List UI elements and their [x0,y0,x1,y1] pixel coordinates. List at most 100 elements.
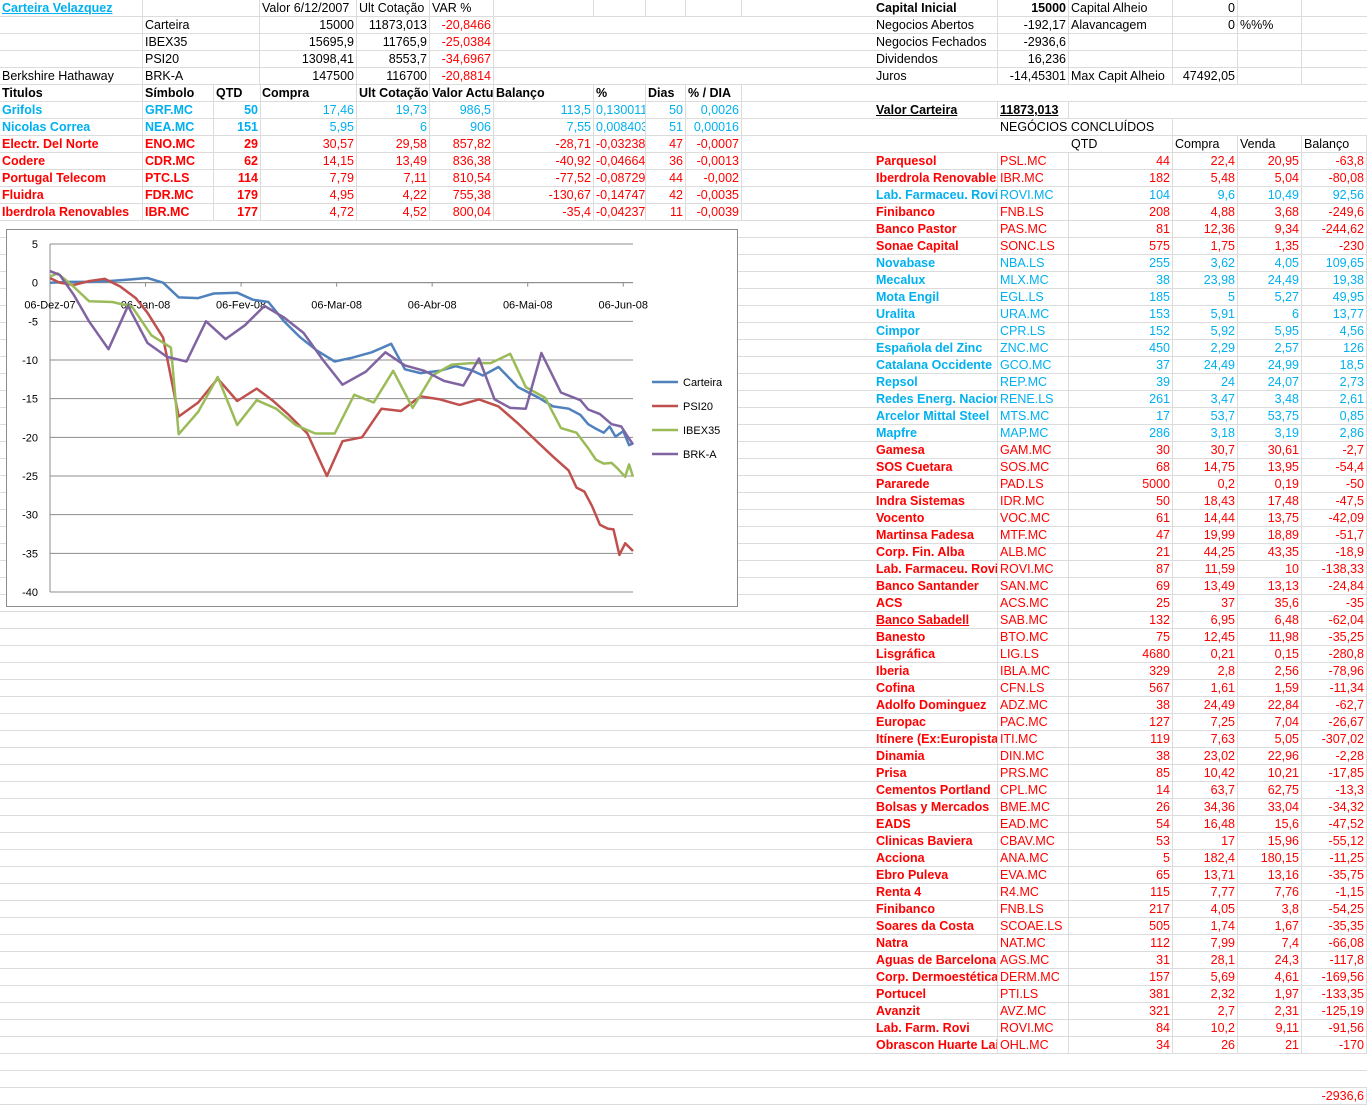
closed-name[interactable]: Europac [874,714,998,731]
index-start-value[interactable]: 13098,41 [260,51,357,68]
closed-symbol[interactable]: MLX.MC [998,272,1069,289]
holding-balance[interactable]: -35,4 [494,204,594,221]
index-name[interactable]: BRK-A [143,68,260,85]
closed-sell[interactable]: 7,4 [1238,935,1302,952]
holding-pct[interactable]: 0,008403 [594,119,646,136]
closed-buy[interactable]: 5,92 [1173,323,1238,340]
holding-pct[interactable]: -0,08729 [594,170,646,187]
closed-balance[interactable]: -34,32 [1302,799,1367,816]
closed-qty[interactable]: 21 [1069,544,1173,561]
capital-label2[interactable] [1069,51,1173,68]
closed-balance[interactable]: -244,62 [1302,221,1367,238]
closed-balance[interactable]: 4,56 [1302,323,1367,340]
closed-qty[interactable]: 104 [1069,187,1173,204]
closed-balance[interactable]: 2,86 [1302,425,1367,442]
closed-qty[interactable]: 185 [1069,289,1173,306]
closed-balance[interactable]: -62,7 [1302,697,1367,714]
capital-value[interactable]: 15000 [998,0,1069,17]
holding-pct[interactable]: -0,14747 [594,187,646,204]
closed-buy[interactable]: 2,8 [1173,663,1238,680]
cell-empty[interactable] [494,0,594,17]
closed-balance[interactable]: -24,84 [1302,578,1367,595]
holdings-header[interactable]: % [594,85,646,102]
closed-name[interactable]: Corp. Fin. Alba [874,544,998,561]
closed-total[interactable]: -2936,6 [1302,1088,1367,1105]
closed-balance[interactable]: -307,02 [1302,731,1367,748]
closed-sell[interactable]: 180,15 [1238,850,1302,867]
holding-name[interactable]: Grifols [0,102,143,119]
closed-sell[interactable]: 15,6 [1238,816,1302,833]
capital-value[interactable]: -14,45301 [998,68,1069,85]
closed-balance[interactable]: 13,77 [1302,306,1367,323]
closed-sell[interactable]: 13,75 [1238,510,1302,527]
closed-sell[interactable]: 4,61 [1238,969,1302,986]
capital-value2[interactable] [1173,34,1238,51]
closed-sell[interactable]: 0,19 [1238,476,1302,493]
cell-empty[interactable] [686,0,742,17]
holding-qty[interactable]: 177 [214,204,261,221]
closed-buy[interactable]: 13,49 [1173,578,1238,595]
closed-name[interactable]: Renta 4 [874,884,998,901]
closed-qty[interactable]: 381 [1069,986,1173,1003]
closed-balance[interactable]: 0,85 [1302,408,1367,425]
closed-name[interactable]: Soares da Costa [874,918,998,935]
performance-chart[interactable]: 5 0 -5 -10 -15 -20 -25 -30 -35 -40 06-Dez-07 06-Jan… [6,229,738,607]
holding-balance[interactable]: 7,55 [494,119,594,136]
closed-buy[interactable]: 7,99 [1173,935,1238,952]
holdings-header[interactable]: Compra [260,85,357,102]
closed-name[interactable]: Iberdrola Renovables [874,170,998,187]
header-var[interactable]: VAR % [430,0,494,17]
closed-name[interactable]: Lab. Farmaceu. Rovi [874,561,998,578]
index-last-value[interactable]: 11873,013 [357,17,430,34]
closed-qty[interactable]: 69 [1069,578,1173,595]
closed-balance[interactable]: -11,25 [1302,850,1367,867]
closed-balance[interactable]: 19,38 [1302,272,1367,289]
capital-value[interactable]: -2936,6 [998,34,1069,51]
closed-qty[interactable]: 38 [1069,272,1173,289]
capital-value[interactable]: -192,17 [998,17,1069,34]
closed-qty[interactable]: 567 [1069,680,1173,697]
closed-balance[interactable]: -35,25 [1302,629,1367,646]
closed-sell[interactable]: 1,59 [1238,680,1302,697]
closed-buy[interactable]: 0,21 [1173,646,1238,663]
holding-days[interactable]: 11 [646,204,686,221]
closed-balance[interactable]: -50 [1302,476,1367,493]
index-label[interactable]: Berkshire Hathaway [0,68,143,85]
closed-sell[interactable]: 43,35 [1238,544,1302,561]
closed-name[interactable]: Mota Engil [874,289,998,306]
closed-balance[interactable]: 49,95 [1302,289,1367,306]
holding-name[interactable]: Iberdrola Renovables [0,204,143,221]
closed-name[interactable]: Acciona [874,850,998,867]
closed-name[interactable]: Arcelor Mittal Steel [874,408,998,425]
closed-buy[interactable]: 16,48 [1173,816,1238,833]
closed-name[interactable]: Uralita [874,306,998,323]
closed-buy[interactable]: 53,7 [1173,408,1238,425]
closed-buy[interactable]: 4,88 [1173,204,1238,221]
closed-symbol[interactable]: ACS.MC [998,595,1069,612]
closed-symbol[interactable]: ZNC.MC [998,340,1069,357]
closed-name[interactable]: Sonae Capital [874,238,998,255]
capital-label[interactable]: Negocios Abertos [874,17,998,34]
closed-name[interactable]: Itínere (Ex:Europistas) [874,731,998,748]
closed-buy[interactable]: 12,36 [1173,221,1238,238]
closed-balance[interactable]: -47,52 [1302,816,1367,833]
closed-sell[interactable]: 24,49 [1238,272,1302,289]
closed-buy[interactable]: 5,91 [1173,306,1238,323]
closed-qty[interactable]: 38 [1069,748,1173,765]
closed-buy[interactable]: 2,29 [1173,340,1238,357]
holding-qty[interactable]: 151 [214,119,261,136]
closed-symbol[interactable]: PRS.MC [998,765,1069,782]
closed-buy[interactable]: 5,69 [1173,969,1238,986]
capital-value2[interactable]: 47492,05 [1173,68,1238,85]
closed-balance[interactable]: -54,4 [1302,459,1367,476]
closed-qty[interactable]: 17 [1069,408,1173,425]
holding-last[interactable]: 6 [357,119,430,136]
holding-value[interactable]: 755,38 [430,187,494,204]
closed-qty[interactable]: 81 [1069,221,1173,238]
closed-balance[interactable]: 2,61 [1302,391,1367,408]
capital-value2[interactable] [1173,51,1238,68]
closed-buy[interactable]: 4,05 [1173,901,1238,918]
closed-sell[interactable]: 3,68 [1238,204,1302,221]
closed-sell[interactable]: 24,07 [1238,374,1302,391]
closed-symbol[interactable]: BTO.MC [998,629,1069,646]
